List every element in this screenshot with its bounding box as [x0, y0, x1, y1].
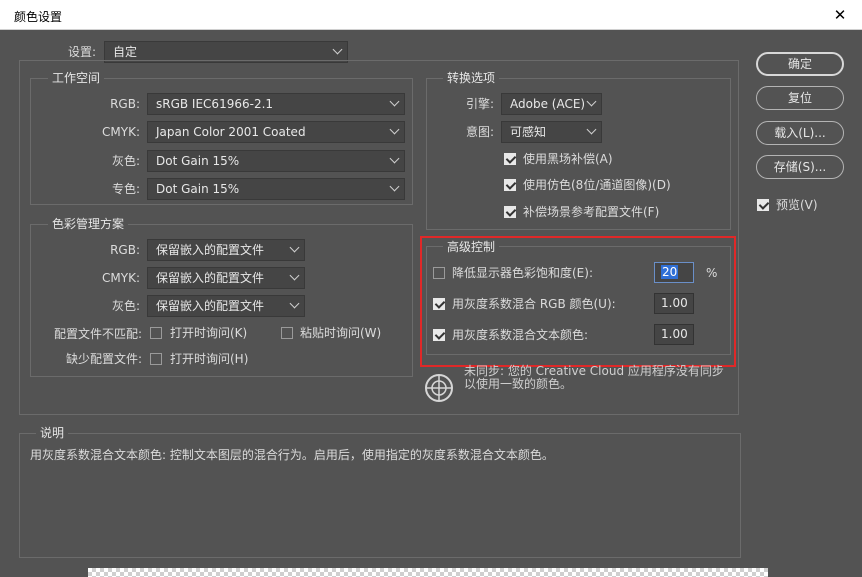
ws-rgb-value: sRGB IEC61966-2.1	[156, 97, 274, 111]
description-title: 说明	[36, 426, 69, 440]
window-title: 颜色设置	[14, 10, 63, 24]
chevron-down-icon	[289, 298, 300, 309]
intent-select[interactable]: 可感知	[501, 121, 602, 143]
chevron-down-icon	[389, 153, 400, 164]
ok-button[interactable]: 确定	[756, 52, 844, 76]
color-sync-icon	[424, 373, 454, 403]
settings-label: 设置:	[68, 45, 97, 59]
scene-referred-checkbox[interactable]	[504, 206, 516, 218]
ask-on-open-mismatch-checkbox[interactable]	[150, 327, 162, 339]
chevron-down-icon	[289, 242, 300, 253]
chevron-down-icon	[332, 44, 343, 55]
reset-button[interactable]: 复位	[756, 86, 844, 110]
engine-value: Adobe (ACE)	[510, 97, 586, 111]
missing-profile-label: 缺少配置文件:	[65, 352, 142, 366]
engine-select[interactable]: Adobe (ACE)	[501, 93, 602, 115]
ws-cmyk-value: Japan Color 2001 Coated	[156, 125, 306, 139]
cm-rgb-label: RGB:	[110, 243, 140, 257]
ws-gray-select[interactable]: Dot Gain 15%	[147, 150, 405, 172]
ask-on-paste-checkbox[interactable]	[281, 327, 293, 339]
chevron-down-icon	[586, 96, 597, 107]
preview-label: 预览(V)	[776, 198, 818, 212]
title-bar: 颜色设置 ✕	[0, 0, 862, 30]
ws-cmyk-label: CMYK:	[102, 125, 140, 139]
ask-on-open-missing-label: 打开时询问(H)	[170, 352, 249, 366]
cm-gray-value: 保留嵌入的配置文件	[156, 299, 265, 313]
cm-gray-select[interactable]: 保留嵌入的配置文件	[147, 295, 305, 317]
ask-on-paste-label: 粘贴时询问(W)	[300, 326, 382, 340]
ws-gray-label: 灰色:	[111, 154, 140, 168]
scene-referred-label: 补偿场景参考配置文件(F)	[523, 205, 660, 219]
ws-gray-value: Dot Gain 15%	[156, 154, 240, 168]
ws-spot-label: 专色:	[111, 182, 140, 196]
intent-label: 意图:	[465, 125, 494, 139]
chevron-down-icon	[389, 181, 400, 192]
color-management-title: 色彩管理方案	[48, 217, 129, 231]
ws-rgb-select[interactable]: sRGB IEC61966-2.1	[147, 93, 405, 115]
cm-gray-label: 灰色:	[111, 299, 140, 313]
mismatch-label: 配置文件不匹配:	[53, 327, 142, 341]
ws-spot-value: Dot Gain 15%	[156, 182, 240, 196]
chevron-down-icon	[586, 124, 597, 135]
ws-rgb-label: RGB:	[110, 97, 140, 111]
canvas-checkerboard	[88, 568, 768, 577]
cm-rgb-value: 保留嵌入的配置文件	[156, 243, 265, 257]
close-icon[interactable]: ✕	[822, 1, 858, 29]
intent-value: 可感知	[510, 125, 547, 139]
engine-label: 引擎:	[465, 97, 494, 111]
highlight-box	[420, 236, 736, 367]
chevron-down-icon	[289, 270, 300, 281]
save-button[interactable]: 存储(S)...	[756, 155, 844, 179]
ask-on-open-mismatch-label: 打开时询问(K)	[170, 326, 248, 340]
black-point-label: 使用黑场补偿(A)	[523, 152, 613, 166]
conversion-options-title: 转换选项	[443, 71, 500, 85]
description-text: 用灰度系数混合文本颜色: 控制文本图层的混合行为。启用后，使用指定的灰度系数混合…	[30, 448, 554, 462]
cm-cmyk-label: CMYK:	[102, 271, 140, 285]
cm-cmyk-select[interactable]: 保留嵌入的配置文件	[147, 267, 305, 289]
working-spaces-title: 工作空间	[48, 71, 105, 85]
sync-note-text: 未同步: 您的 Creative Cloud 应用程序没有同步以使用一致的颜色。	[464, 364, 724, 391]
cm-cmyk-value: 保留嵌入的配置文件	[156, 271, 265, 285]
chevron-down-icon	[389, 96, 400, 107]
chevron-down-icon	[389, 124, 400, 135]
settings-value: 自定	[113, 45, 138, 59]
ask-on-open-missing-checkbox[interactable]	[150, 353, 162, 365]
dither-label: 使用仿色(8位/通道图像)(D)	[523, 178, 671, 192]
load-button[interactable]: 载入(L)...	[756, 121, 844, 145]
preview-checkbox[interactable]	[757, 199, 769, 211]
dither-checkbox[interactable]	[504, 179, 516, 191]
ws-cmyk-select[interactable]: Japan Color 2001 Coated	[147, 121, 405, 143]
cm-rgb-select[interactable]: 保留嵌入的配置文件	[147, 239, 305, 261]
ws-spot-select[interactable]: Dot Gain 15%	[147, 178, 405, 200]
black-point-checkbox[interactable]	[504, 153, 516, 165]
